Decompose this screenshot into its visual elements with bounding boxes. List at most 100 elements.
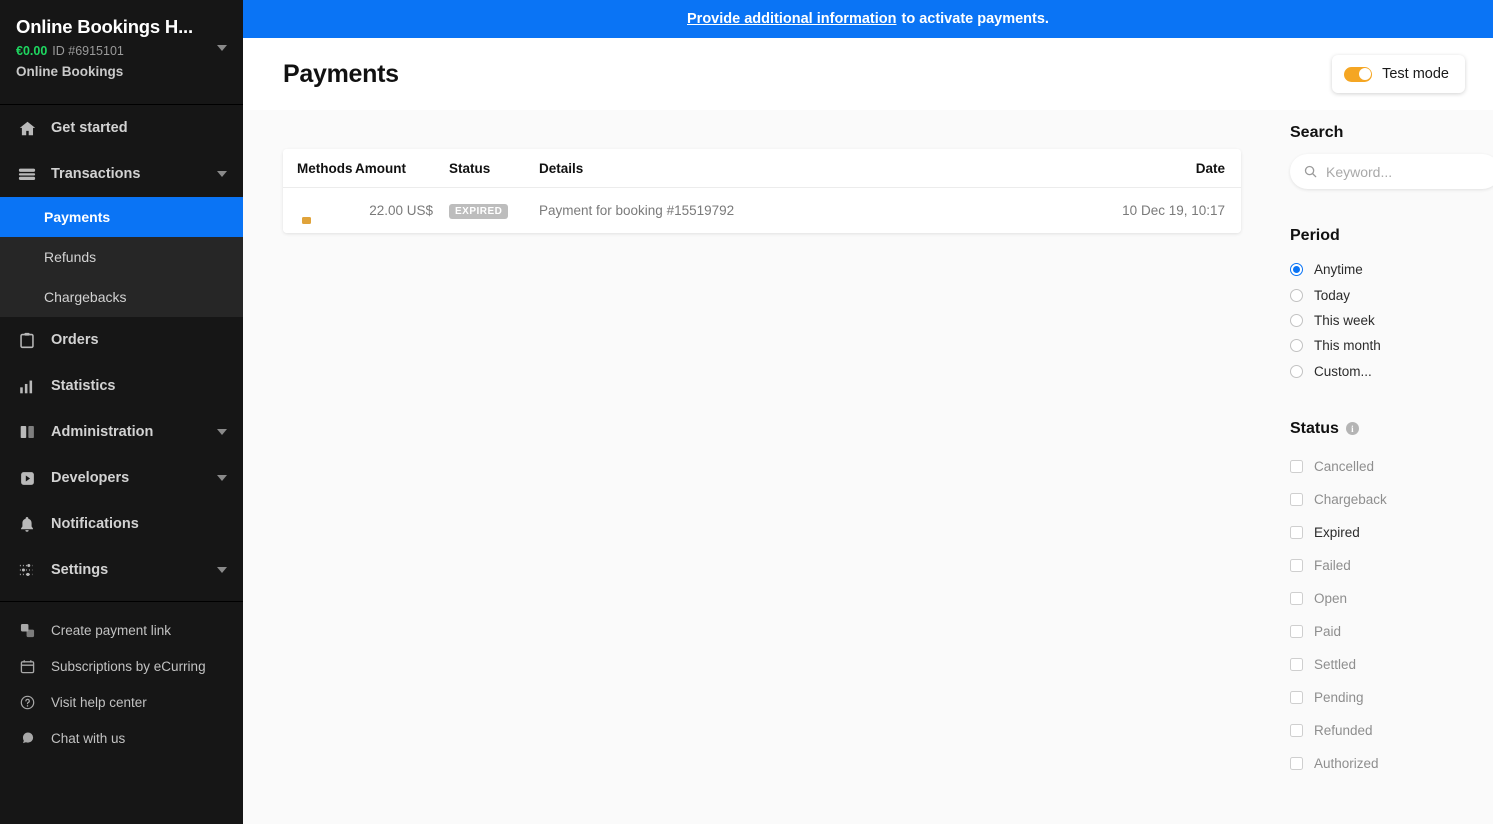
table-header: Methods Amount Status Details Date [283, 149, 1241, 188]
sidebar-item-statistics[interactable]: Statistics [0, 363, 243, 409]
bell-icon [16, 513, 38, 535]
payments-table: Methods Amount Status Details Date 22.00… [283, 149, 1241, 233]
sidebar-item-refunds[interactable]: Refunds [0, 237, 243, 277]
checkbox-icon[interactable] [1290, 492, 1303, 506]
search-box[interactable] [1290, 154, 1493, 189]
radio-icon[interactable] [1290, 364, 1303, 378]
sidebar-item-label: Notifications [51, 516, 139, 532]
column-header-date[interactable]: Date [975, 149, 1241, 188]
calendar-icon [16, 655, 38, 677]
test-mode-toggle[interactable]: Test mode [1332, 55, 1465, 93]
sidebar-item-orders[interactable]: Orders [0, 317, 243, 363]
cell-status: EXPIRED [433, 187, 539, 233]
page-header: Payments Test mode [243, 38, 1493, 110]
table-row[interactable]: 22.00 US$ EXPIRED Payment for booking #1… [283, 187, 1241, 233]
checkbox-icon[interactable] [1290, 624, 1303, 638]
status-option-label: Cancelled [1314, 458, 1375, 474]
cell-details: Payment for booking #15519792 [539, 187, 976, 233]
sidebar-item-payments[interactable]: Payments [0, 197, 243, 237]
sidebar-item-transactions[interactable]: Transactions [0, 151, 243, 197]
column-header-status[interactable]: Status [433, 149, 539, 188]
status-option-cancelled[interactable]: Cancelled [1290, 450, 1493, 483]
period-option-label: This month [1314, 338, 1381, 354]
checkbox-icon[interactable] [1290, 459, 1303, 473]
toggle-switch-icon[interactable] [1344, 66, 1373, 82]
period-option-custom[interactable]: Custom... [1290, 359, 1493, 384]
radio-icon[interactable] [1290, 313, 1303, 327]
status-option-label: Authorized [1314, 755, 1379, 771]
period-title: Period [1290, 227, 1340, 244]
orders-icon [16, 329, 38, 351]
status-option-label: Paid [1314, 623, 1342, 639]
checkbox-icon[interactable] [1290, 690, 1303, 704]
status-option-failed[interactable]: Failed [1290, 549, 1493, 582]
sidebar-item-create-payment-link[interactable]: Create payment link [0, 612, 243, 648]
checkbox-icon[interactable] [1290, 591, 1303, 605]
sidebar-item-subscriptions[interactable]: Subscriptions by eCurring [0, 648, 243, 684]
banner-link[interactable]: Provide additional information [687, 11, 896, 27]
sidebar-secondary-nav: Create payment link Subscriptions by eCu… [0, 601, 243, 756]
status-option-authorized[interactable]: Authorized [1290, 747, 1493, 780]
status-option-open[interactable]: Open [1290, 582, 1493, 615]
account-id: ID #6915101 [52, 44, 124, 58]
status-section: Status i Cancelled Chargeback Expired Fa… [1290, 420, 1493, 780]
chat-icon [16, 727, 38, 749]
period-option-this-week[interactable]: This week [1290, 308, 1493, 333]
table-body: 22.00 US$ EXPIRED Payment for booking #1… [283, 187, 1241, 233]
status-option-label: Chargeback [1314, 491, 1387, 507]
settings-icon [16, 559, 38, 581]
sidebar-subitem-label: Chargebacks [44, 289, 127, 305]
sidebar-item-label: Chat with us [51, 730, 126, 746]
period-option-today[interactable]: Today [1290, 282, 1493, 307]
sidebar-item-notifications[interactable]: Notifications [0, 501, 243, 547]
payment-link-icon [16, 619, 38, 641]
checkbox-icon[interactable] [1290, 525, 1303, 539]
checkbox-icon[interactable] [1290, 756, 1303, 770]
period-option-anytime[interactable]: Anytime [1290, 257, 1493, 282]
checkbox-icon[interactable] [1290, 558, 1303, 572]
sidebar-item-administration[interactable]: Administration [0, 409, 243, 455]
search-input[interactable] [1326, 163, 1486, 180]
account-switcher[interactable]: Online Bookings H... €0.00 ID #6915101 On… [0, 0, 243, 104]
sidebar-item-help-center[interactable]: Visit help center [0, 684, 243, 720]
status-option-chargeback[interactable]: Chargeback [1290, 483, 1493, 516]
sidebar-item-developers[interactable]: Developers [0, 455, 243, 501]
sidebar-item-chargebacks[interactable]: Chargebacks [0, 277, 243, 317]
column-header-amount[interactable]: Amount [355, 149, 433, 188]
radio-icon[interactable] [1290, 288, 1303, 302]
period-option-this-month[interactable]: This month [1290, 333, 1493, 358]
status-option-expired[interactable]: Expired [1290, 516, 1493, 549]
search-icon [1304, 165, 1317, 178]
cell-date: 10 Dec 19, 10:17 [975, 187, 1241, 233]
checkbox-icon[interactable] [1290, 657, 1303, 671]
radio-icon[interactable] [1290, 339, 1303, 353]
info-icon[interactable]: i [1345, 422, 1359, 436]
sidebar-item-get-started[interactable]: Get started [0, 105, 243, 151]
sidebar-item-chat[interactable]: Chat with us [0, 720, 243, 756]
column-header-details[interactable]: Details [539, 149, 976, 188]
account-balance: €0.00 [16, 44, 48, 58]
checkbox-icon[interactable] [1290, 723, 1303, 737]
status-option-settled[interactable]: Settled [1290, 648, 1493, 681]
cell-method [283, 187, 355, 233]
chevron-down-icon[interactable] [217, 45, 227, 51]
banner-text: to activate payments. [901, 11, 1049, 27]
sidebar-item-label: Settings [51, 562, 109, 578]
column-header-methods[interactable]: Methods [283, 149, 355, 188]
status-option-pending[interactable]: Pending [1290, 681, 1493, 714]
sidebar-item-label: Create payment link [51, 622, 172, 638]
chevron-down-icon[interactable] [217, 171, 227, 177]
radio-icon[interactable] [1290, 263, 1303, 277]
period-option-label: Anytime [1314, 262, 1363, 278]
developers-icon [16, 467, 38, 489]
sidebar-item-settings[interactable]: Settings [0, 547, 243, 593]
chevron-down-icon[interactable] [217, 429, 227, 435]
sidebar-item-label: Statistics [51, 378, 116, 394]
status-option-refunded[interactable]: Refunded [1290, 714, 1493, 747]
status-option-paid[interactable]: Paid [1290, 615, 1493, 648]
sidebar-item-label: Get started [51, 120, 128, 136]
status-option-label: Pending [1314, 689, 1364, 705]
chevron-down-icon[interactable] [217, 567, 227, 573]
chevron-down-icon[interactable] [217, 475, 227, 481]
administration-icon [16, 421, 38, 443]
